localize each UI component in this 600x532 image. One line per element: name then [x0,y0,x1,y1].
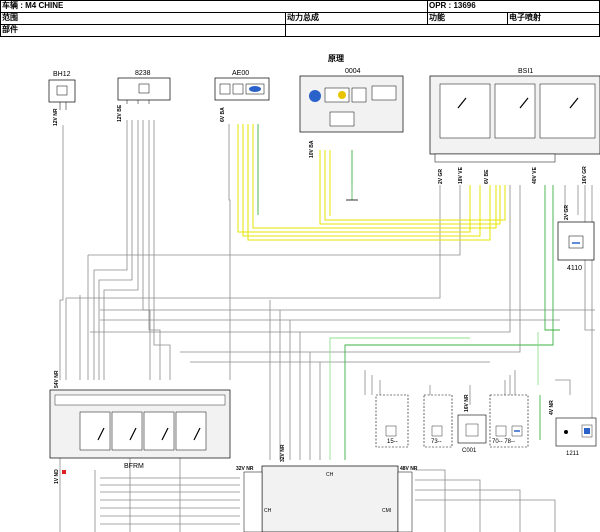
connector-ch-top: 32V NR [280,444,286,462]
component-bh12 [48,79,76,110]
label-ch-top: CH [326,472,334,478]
connector-cmi: 48V NR [400,466,418,472]
connector-4110: 2V GR [564,205,570,220]
connector-bfrm: 54V NR [54,370,60,388]
label-8238: 8238 [135,70,151,77]
label-c001: C001 [462,448,477,454]
label-4110: 4110 [567,265,582,272]
wiring-diagram: BH12 12V NR 8238 12V BE AE00 6V BA 0004 … [48,68,600,532]
component-0004 [299,75,404,133]
component-bfrm [49,389,231,459]
label-1211: 1211 [566,451,580,457]
component-1211 [555,417,597,447]
connector-ae00: 6V BA [220,107,226,122]
connector-bsi1-right: 16V GR [582,166,588,184]
connector-bfrm-bottom: 1V ND [54,469,60,484]
connector-bsi1-mid: 18V VE [458,166,464,184]
label-0004: 0004 [345,68,361,75]
connector-0004: 10V BA [309,140,315,158]
connector-bsi1-left: 2V GR [438,169,444,184]
label-bsi1: BSI1 [518,68,533,75]
label-bfrm: BFRM [124,463,144,470]
label-cmi: CMI [382,508,391,514]
connector-bsi1-a: 6V BE [484,169,490,184]
component-8238 [117,77,171,104]
connector-1211: 4V NR [549,400,555,415]
bfrm-red-marker [62,470,66,474]
label-15: 15-- [387,439,398,445]
ground-0004 [346,185,358,201]
connector-c001: 16V NR [464,394,470,412]
component-ae00 [214,77,270,101]
component-c001 [457,414,487,444]
connector-8238: 12V BE [117,104,123,122]
component-bsi1 [429,75,600,163]
component-4110 [557,221,595,261]
connector-bh12: 12V NR [53,108,59,126]
label-70-78: 70-- 78-- [492,439,515,445]
label-ae00: AE00 [232,70,249,77]
label-bh12: BH12 [53,71,71,78]
connector-ch-left: 32V NR [236,466,254,472]
label-73: 73-- [431,439,442,445]
connector-bsi1-b: 40V VE [532,166,538,184]
label-ch-left: CH [264,508,272,514]
